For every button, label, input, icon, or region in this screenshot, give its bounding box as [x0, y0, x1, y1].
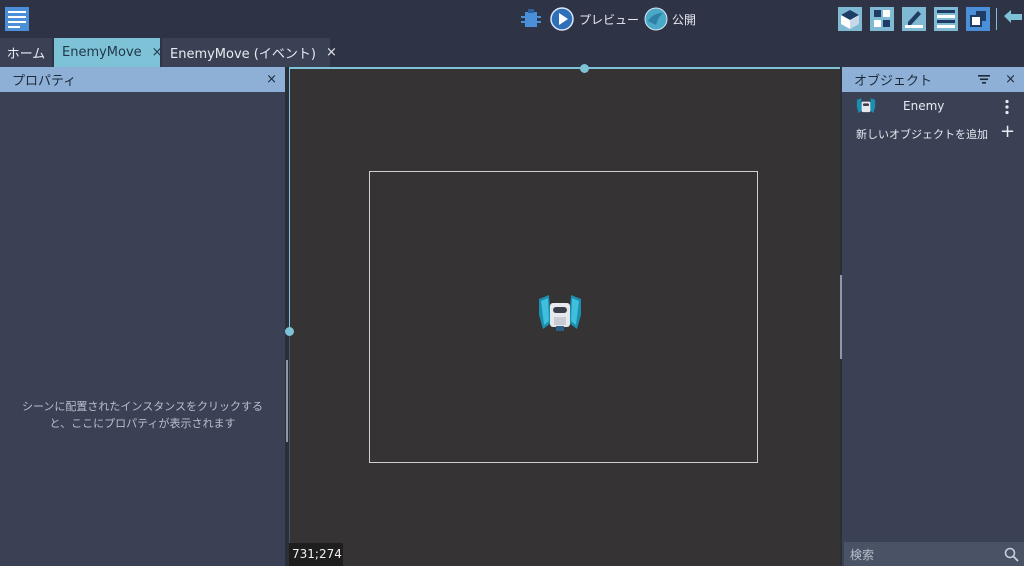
more-options-icon[interactable]	[1004, 99, 1010, 115]
preview-button[interactable]: プレビュー	[550, 6, 640, 32]
debug-icon[interactable]	[520, 8, 542, 30]
cursor-coordinates: 731;274	[289, 543, 343, 566]
left-splitter-handle[interactable]	[286, 360, 288, 442]
coordinates-value: 731;274	[292, 547, 342, 561]
preview-label: プレビュー	[579, 13, 640, 27]
object-label: Enemy	[903, 99, 945, 113]
globe-icon	[644, 7, 668, 31]
close-icon[interactable]: ×	[1005, 72, 1016, 87]
tab-label: EnemyMove	[62, 45, 142, 60]
filter-icon[interactable]	[978, 74, 990, 84]
scene-left-guide	[289, 67, 290, 335]
properties-icon[interactable]	[902, 7, 926, 31]
enemy-instance-sprite[interactable]	[537, 293, 583, 333]
toolbar-divider	[996, 8, 997, 30]
object-search-box[interactable]: 検索	[844, 542, 1024, 566]
close-icon[interactable]: ×	[266, 72, 277, 87]
tab-enemymove-events[interactable]: EnemyMove (イベント) ×	[162, 38, 337, 67]
object-groups-icon[interactable]	[870, 7, 894, 31]
object-item-enemy[interactable]: Enemy	[842, 94, 1024, 119]
publish-label: 公開	[672, 13, 697, 27]
tab-enemymove[interactable]: EnemyMove ×	[54, 38, 163, 67]
properties-panel: プロパティ × シーンに配置されたインスタンスをクリックする と、ここにプロパテ…	[0, 67, 285, 566]
close-icon[interactable]: ×	[326, 45, 337, 60]
plus-icon: +	[1000, 121, 1016, 142]
top-toolbar: プレビュー 公開	[0, 0, 1024, 38]
objects-editor-icon[interactable]	[838, 7, 862, 31]
scene-top-guide	[289, 67, 840, 69]
panel-title: オブジェクト	[854, 74, 933, 89]
top-guide-handle[interactable]	[580, 64, 589, 73]
properties-panel-header: プロパティ ×	[0, 67, 285, 92]
layers-icon[interactable]	[934, 7, 958, 31]
add-object-label: 新しいオブジェクトを追加	[856, 128, 988, 141]
project-manager-icon[interactable]	[5, 7, 29, 31]
play-icon	[550, 7, 574, 31]
properties-empty-line2: と、ここにプロパティが表示されます	[49, 417, 236, 430]
tab-label: ホーム	[6, 47, 46, 62]
search-input[interactable]: 検索	[850, 546, 874, 563]
scene-canvas[interactable]: 731;274	[285, 64, 840, 566]
enemy-thumbnail-icon	[856, 98, 876, 113]
tab-home[interactable]: ホーム	[0, 38, 52, 67]
publish-button[interactable]: 公開	[644, 6, 696, 32]
add-object-button[interactable]: 新しいオブジェクトを追加 +	[842, 121, 1024, 145]
panel-title: プロパティ	[12, 74, 77, 89]
objects-panel: オブジェクト × Enemy 新しいオブジェクトを追加 + 検索	[842, 67, 1024, 566]
objects-panel-header: オブジェクト ×	[842, 67, 1024, 92]
instances-icon[interactable]	[966, 7, 990, 31]
properties-empty-line1: シーンに配置されたインスタンスをクリックする	[21, 400, 263, 413]
undo-icon[interactable]	[1002, 8, 1024, 28]
tab-bar: ホーム EnemyMove × EnemyMove (イベント) ×	[0, 38, 1024, 67]
scene-left-guide-lower	[289, 335, 290, 566]
search-icon[interactable]	[1004, 547, 1019, 562]
tab-label: EnemyMove (イベント)	[170, 47, 316, 62]
left-guide-handle[interactable]	[285, 327, 294, 336]
close-icon[interactable]: ×	[152, 45, 163, 60]
